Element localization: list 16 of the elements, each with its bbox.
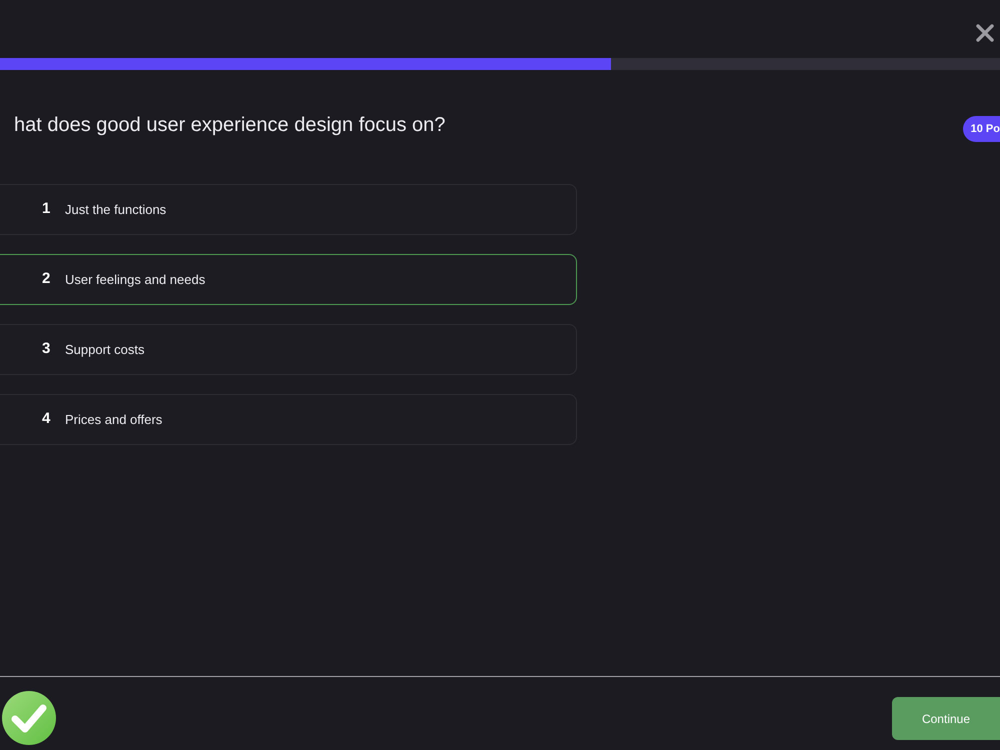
answer-option[interactable]: 4 Prices and offers	[0, 394, 577, 445]
option-number: 1	[42, 199, 52, 220]
points-badge: 10 Po	[962, 116, 1000, 142]
option-label: Prices and offers	[65, 410, 162, 429]
answer-option[interactable]: 2 User feelings and needs	[0, 254, 577, 305]
answer-option[interactable]: 1 Just the functions	[0, 184, 577, 235]
close-button[interactable]	[976, 24, 994, 42]
close-icon	[976, 24, 994, 42]
option-number: 3	[42, 339, 52, 360]
option-number: 4	[42, 409, 52, 430]
option-label: Support costs	[65, 340, 144, 359]
answer-option[interactable]: 3 Support costs	[0, 324, 577, 375]
option-label: Just the functions	[65, 200, 166, 219]
option-label: User feelings and needs	[65, 270, 206, 289]
question-text: hat does good user experience design focus on?	[14, 113, 446, 138]
option-number: 2	[42, 269, 52, 290]
